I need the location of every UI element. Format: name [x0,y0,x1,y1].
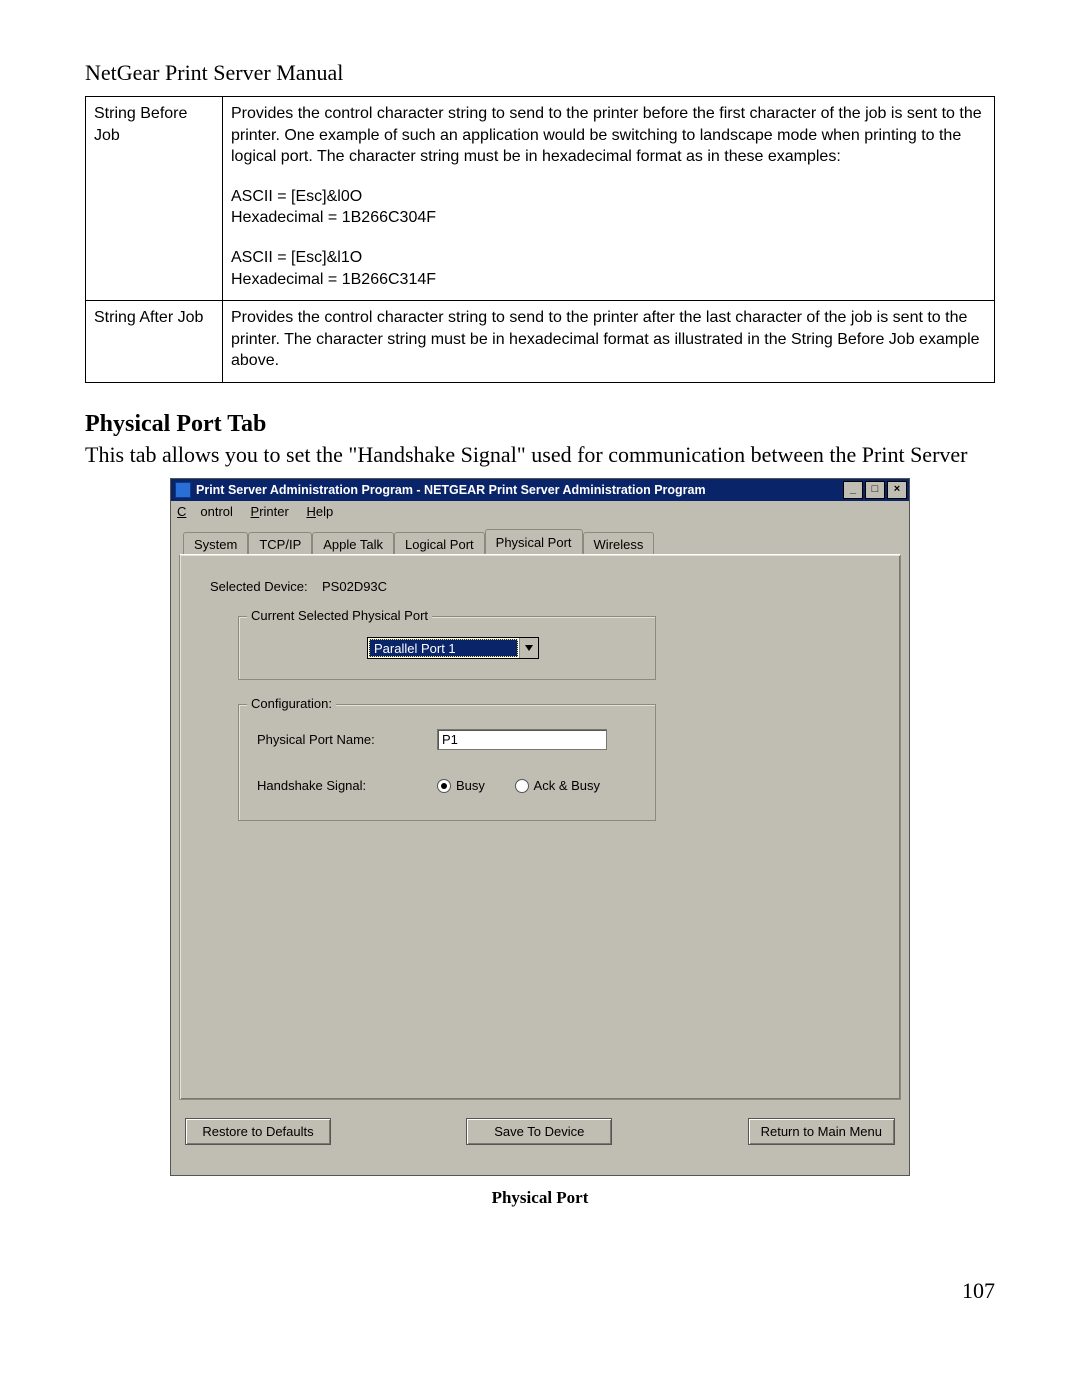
page-number: 107 [85,1278,995,1304]
menu-help[interactable]: Help [306,504,333,519]
tab-wireless[interactable]: Wireless [583,532,655,555]
tab-appletalk[interactable]: Apple Talk [312,532,394,555]
tab-system[interactable]: System [183,532,248,555]
section-intro: This tab allows you to set the "Handshak… [85,442,995,468]
tab-strip: System TCP/IP Apple Talk Logical Port Ph… [179,530,901,554]
desc-cell: Provides the control character string to… [223,97,995,301]
titlebar[interactable]: Print Server Administration Program - NE… [171,479,909,501]
group-configuration-legend: Configuration: [247,696,336,711]
section-heading: Physical Port Tab [85,411,995,438]
physical-port-dropdown[interactable]: Parallel Port 1 [367,637,539,659]
save-to-device-button[interactable]: Save To Device [466,1118,612,1145]
port-name-input[interactable]: P1 [437,729,607,750]
desc-text: Provides the control character string to… [231,105,982,165]
tab-logical-port[interactable]: Logical Port [394,532,485,555]
code-example-1: ASCII = [Esc]&l0O Hexadecimal = 1B266C30… [231,186,986,229]
port-name-label: Physical Port Name: [257,732,437,747]
restore-defaults-button[interactable]: Restore to Defaults [185,1118,331,1145]
term-cell: String Before Job [86,97,223,301]
radio-icon [437,779,451,793]
maximize-button[interactable]: □ [865,481,885,499]
radio-busy[interactable]: Busy [437,778,489,793]
close-button[interactable]: × [887,481,907,499]
tab-panel: Selected Device: PS02D93C Current Select… [179,554,901,1100]
group-current-port-legend: Current Selected Physical Port [247,608,432,623]
app-window-screenshot: Print Server Administration Program - NE… [170,478,910,1176]
radio-ack-busy[interactable]: Ack & Busy [515,778,600,793]
tab-physical-port[interactable]: Physical Port [485,529,583,554]
group-current-port: Current Selected Physical Port Parallel … [238,616,656,680]
definition-table: String Before Job Provides the control c… [85,96,995,383]
doc-header: NetGear Print Server Manual [85,60,995,86]
menubar: Control Printer Help [171,501,909,522]
table-row: String Before Job Provides the control c… [86,97,995,301]
figure-caption: Physical Port [85,1188,995,1208]
menu-printer[interactable]: Printer [251,504,289,519]
dropdown-selected-value: Parallel Port 1 [369,639,518,657]
selected-device-label: Selected Device: [210,579,308,594]
app-icon [175,482,191,498]
handshake-label: Handshake Signal: [257,778,437,793]
code-example-2: ASCII = [Esc]&l1O Hexadecimal = 1B266C31… [231,247,986,290]
tab-tcpip[interactable]: TCP/IP [248,532,312,555]
menu-control[interactable]: Control [177,504,233,519]
window-title: Print Server Administration Program - NE… [196,483,841,497]
desc-cell: Provides the control character string to… [223,301,995,383]
group-configuration: Configuration: Physical Port Name: P1 Ha… [238,704,656,821]
minimize-button[interactable]: _ [843,481,863,499]
radio-icon [515,779,529,793]
return-main-menu-button[interactable]: Return to Main Menu [748,1118,895,1145]
selected-device-value: PS02D93C [322,579,387,594]
table-row: String After Job Provides the control ch… [86,301,995,383]
term-cell: String After Job [86,301,223,383]
chevron-down-icon[interactable] [519,638,538,658]
